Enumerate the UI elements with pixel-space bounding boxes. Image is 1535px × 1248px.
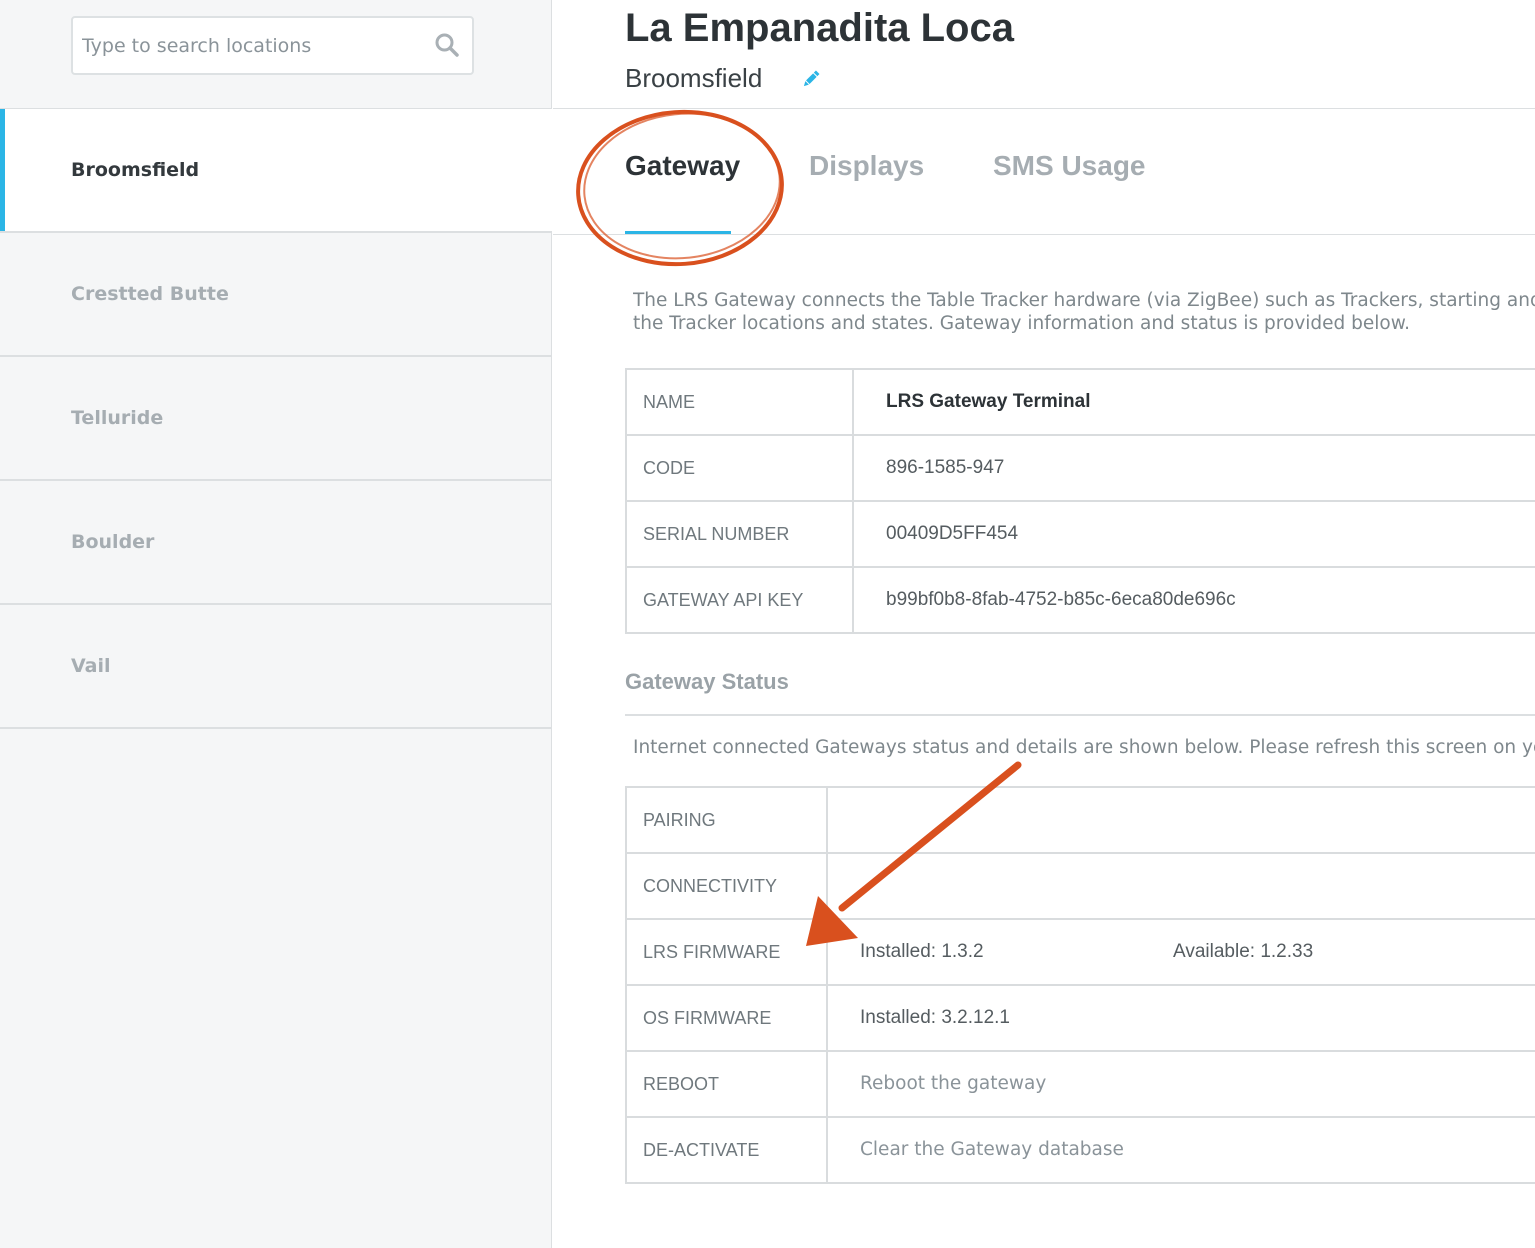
- status-value-connectivity: [826, 852, 1535, 920]
- status-value-reboot: Reboot the gateway: [826, 1050, 1535, 1118]
- status-key-pairing: PAIRING: [625, 786, 828, 854]
- table-row: REBOOT Reboot the gateway: [625, 1050, 1535, 1118]
- gateway-status-table: PAIRING CONNECTIVITY LRS FIRMWARE Instal…: [625, 786, 1535, 1184]
- location-item-crestted-butte[interactable]: Crestted Butte: [0, 233, 552, 357]
- table-row: OS FIRMWARE Installed: 3.2.12.1: [625, 984, 1535, 1052]
- location-item-telluride[interactable]: Telluride: [0, 357, 552, 481]
- gateway-status-description: Internet connected Gateways status and d…: [633, 737, 1535, 758]
- table-row: CONNECTIVITY: [625, 852, 1535, 920]
- info-key-name: NAME: [625, 368, 854, 436]
- info-key-serial: SERIAL NUMBER: [625, 500, 854, 568]
- tab-gateway[interactable]: Gateway: [625, 150, 740, 182]
- table-row: LRS FIRMWARE Installed: 1.3.2 Available:…: [625, 918, 1535, 986]
- status-value-os-firmware: Installed: 3.2.12.1: [826, 984, 1535, 1052]
- location-item-boulder[interactable]: Boulder: [0, 481, 552, 605]
- info-key-api-key: GATEWAY API KEY: [625, 566, 854, 634]
- table-row: PAIRING: [625, 786, 1535, 854]
- clear-gateway-database-link[interactable]: Clear the Gateway database: [860, 1139, 1124, 1160]
- search-box: [71, 16, 474, 75]
- page-title: La Empanadita Loca: [625, 6, 1014, 50]
- table-row: CODE 896-1585-947: [625, 434, 1535, 502]
- lrs-firmware-installed: Installed: 1.3.2: [860, 941, 984, 962]
- main-panel: La Empanadita Loca Broomsfield Gateway D…: [553, 0, 1535, 1248]
- lrs-firmware-available: Available: 1.2.33: [1173, 941, 1314, 962]
- description-line: The LRS Gateway connects the Table Track…: [633, 290, 1535, 311]
- status-key-reboot: REBOOT: [625, 1050, 828, 1118]
- status-value-lrs-firmware: Installed: 1.3.2 Available: 1.2.33: [826, 918, 1535, 986]
- divider: [553, 108, 1535, 109]
- location-item-broomsfield[interactable]: Broomsfield: [0, 109, 552, 233]
- table-row: DE-ACTIVATE Clear the Gateway database: [625, 1116, 1535, 1184]
- info-value-name: LRS Gateway Terminal: [852, 368, 1535, 436]
- gateway-info-table: NAME LRS Gateway Terminal CODE 896-1585-…: [625, 368, 1535, 634]
- info-key-code: CODE: [625, 434, 854, 502]
- status-value-deactivate: Clear the Gateway database: [826, 1116, 1535, 1184]
- status-key-lrs-firmware: LRS FIRMWARE: [625, 918, 828, 986]
- info-value-serial: 00409D5FF454: [852, 500, 1535, 568]
- table-row: GATEWAY API KEY b99bf0b8-8fab-4752-b85c-…: [625, 566, 1535, 634]
- location-item-vail[interactable]: Vail: [0, 605, 552, 729]
- status-key-os-firmware: OS FIRMWARE: [625, 984, 828, 1052]
- gateway-description: The LRS Gateway connects the Table Track…: [633, 289, 1535, 335]
- tab-sms-usage[interactable]: SMS Usage: [993, 150, 1146, 182]
- search-input[interactable]: [73, 18, 433, 73]
- table-row: NAME LRS Gateway Terminal: [625, 368, 1535, 436]
- tab-displays[interactable]: Displays: [809, 150, 924, 182]
- search-icon[interactable]: [434, 32, 460, 58]
- divider: [553, 234, 1535, 235]
- info-value-api-key: b99bf0b8-8fab-4752-b85c-6eca80de696c: [852, 566, 1535, 634]
- divider: [625, 714, 1535, 716]
- location-sidebar: Broomsfield Crestted Butte Telluride Bou…: [0, 0, 552, 1248]
- table-row: SERIAL NUMBER 00409D5FF454: [625, 500, 1535, 568]
- location-list: Broomsfield Crestted Butte Telluride Bou…: [0, 109, 552, 729]
- location-subtitle: Broomsfield: [625, 63, 763, 93]
- status-key-connectivity: CONNECTIVITY: [625, 852, 828, 920]
- status-key-deactivate: DE-ACTIVATE: [625, 1116, 828, 1184]
- reboot-gateway-link[interactable]: Reboot the gateway: [860, 1073, 1046, 1094]
- pencil-icon[interactable]: [800, 68, 822, 90]
- info-value-code: 896-1585-947: [852, 434, 1535, 502]
- gateway-status-heading: Gateway Status: [625, 669, 789, 694]
- status-value-pairing: [826, 786, 1535, 854]
- description-line: the Tracker locations and states. Gatewa…: [633, 313, 1411, 334]
